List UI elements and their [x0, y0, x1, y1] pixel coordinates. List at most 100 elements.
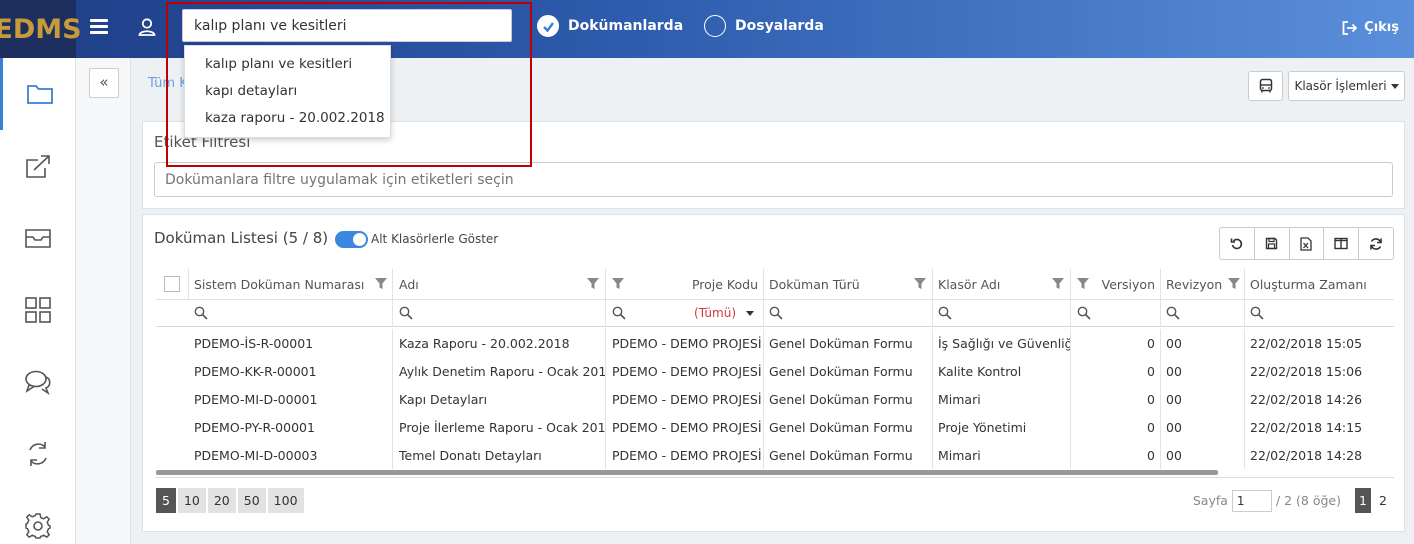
- table-row[interactable]: PDEMO-KK-R-00001 Aylık Denetim Raporu - …: [156, 357, 1394, 385]
- filter-cell[interactable]: [189, 300, 393, 326]
- check-icon: [537, 15, 559, 37]
- caret-down-icon[interactable]: [746, 310, 754, 316]
- col-header-project-code[interactable]: Proje Kodu: [606, 269, 764, 299]
- filter-icon[interactable]: [1052, 278, 1064, 290]
- col-header-revision[interactable]: Revizyon: [1161, 269, 1245, 299]
- grid-icon[interactable]: [0, 274, 76, 346]
- page-size-option[interactable]: 100: [267, 488, 304, 513]
- menu-icon[interactable]: [90, 19, 108, 37]
- cell-name: Kapı Detayları: [393, 385, 606, 413]
- filter-icon[interactable]: [612, 278, 624, 290]
- cell-project: PDEMO - DEMO PROJESİ: [606, 357, 764, 385]
- filter-cell[interactable]: [933, 300, 1071, 326]
- col-header-name[interactable]: Adı: [393, 269, 606, 299]
- logout-icon: [1342, 20, 1358, 35]
- folder-icon[interactable]: [0, 58, 76, 130]
- table-row[interactable]: PDEMO-MI-D-00001 Kapı Detayları PDEMO - …: [156, 385, 1394, 413]
- page-size-option[interactable]: 10: [177, 488, 206, 513]
- filter-cell[interactable]: [1161, 300, 1245, 326]
- filter-cell[interactable]: [1245, 300, 1394, 326]
- autocomplete-list: kalıp planı ve kesitleri kapı detayları …: [184, 45, 391, 138]
- col-header-folder[interactable]: Klasör Adı: [933, 269, 1071, 299]
- col-label: Adı: [399, 276, 419, 292]
- settings-icon[interactable]: [0, 490, 76, 544]
- cell-doc-type: Genel Doküman Formu: [764, 441, 933, 469]
- document-list-title: Doküman Listesi (5 / 8): [154, 229, 329, 247]
- save-icon: [1265, 237, 1278, 250]
- col-label: Proje Kodu: [691, 276, 758, 292]
- page-number-input[interactable]: [1231, 489, 1272, 512]
- filter-cell[interactable]: [1071, 300, 1161, 326]
- grid-header: Sistem Doküman Numarası Adı Proje Kodu D…: [156, 269, 1394, 299]
- filter-cell[interactable]: [764, 300, 933, 326]
- refresh-button[interactable]: [1359, 228, 1393, 259]
- select-all-checkbox[interactable]: [156, 269, 189, 299]
- filter-cell-project[interactable]: (Tümü): [606, 300, 764, 326]
- undo-icon: [1231, 238, 1243, 250]
- page-button[interactable]: 2: [1375, 488, 1391, 513]
- cell-revision: 00: [1161, 385, 1245, 413]
- col-header-doc-type[interactable]: Doküman Türü: [764, 269, 933, 299]
- inbox-icon[interactable]: [0, 202, 76, 274]
- table-row[interactable]: PDEMO-İS-R-00001 Kaza Raporu - 20.002.20…: [156, 329, 1394, 357]
- radio-folders[interactable]: Dosyalarda: [704, 15, 824, 37]
- cell-created: 22/02/2018 15:06: [1250, 363, 1363, 379]
- horizontal-scrollbar[interactable]: [156, 470, 1218, 475]
- caret-down-icon: [1390, 83, 1399, 89]
- cell-doc-type: Genel Doküman Formu: [764, 413, 933, 441]
- col-header-created[interactable]: Oluşturma Zamanı: [1245, 269, 1394, 299]
- autocomplete-item[interactable]: kaza raporu - 20.002.2018: [185, 105, 390, 132]
- save-button[interactable]: [1255, 228, 1290, 259]
- filter-icon[interactable]: [375, 278, 387, 290]
- cell-revision: 00: [1161, 357, 1245, 385]
- tag-filter-input[interactable]: [154, 162, 1393, 197]
- undo-button[interactable]: [1220, 228, 1255, 259]
- columns-button[interactable]: [1324, 228, 1360, 259]
- folder-actions-dropdown[interactable]: Klasör İşlemleri: [1288, 71, 1405, 101]
- page-size-option[interactable]: 50: [237, 488, 266, 513]
- sidebar: [0, 58, 76, 544]
- cell-version: 0: [1071, 329, 1161, 357]
- autocomplete-item[interactable]: kalıp planı ve kesitleri: [185, 51, 390, 78]
- table-row[interactable]: PDEMO-MI-D-00003 Temel Donatı Detayları …: [156, 441, 1394, 469]
- search-input[interactable]: [182, 9, 512, 42]
- search-icon: [1077, 306, 1091, 320]
- row-spacer: [156, 413, 189, 441]
- user-icon[interactable]: [137, 17, 157, 37]
- radio-documents[interactable]: Dokümanlarda: [537, 15, 683, 37]
- filter-icon[interactable]: [1228, 278, 1240, 290]
- bus-button[interactable]: [1248, 71, 1283, 101]
- share-icon[interactable]: [0, 130, 76, 202]
- filter-icon[interactable]: [914, 278, 926, 290]
- logout-button[interactable]: Çıkış: [1342, 20, 1399, 35]
- page-button[interactable]: 1: [1355, 488, 1371, 513]
- filter-icon[interactable]: [587, 278, 599, 290]
- page-size-option[interactable]: 5: [156, 488, 176, 513]
- cell-project: PDEMO - DEMO PROJESİ: [606, 385, 764, 413]
- cell-version: 0: [1071, 357, 1161, 385]
- row-spacer: [156, 385, 189, 413]
- table-row[interactable]: PDEMO-PY-R-00001 Proje İlerleme Raporu -…: [156, 413, 1394, 441]
- filter-icon[interactable]: [1077, 278, 1089, 290]
- cell-project: PDEMO - DEMO PROJESİ: [606, 329, 764, 357]
- excel-export-button[interactable]: [1290, 228, 1325, 259]
- col-header-system-no[interactable]: Sistem Doküman Numarası: [189, 269, 393, 299]
- cell-folder: Mimari: [933, 385, 1071, 413]
- cell-system-no: PDEMO-KK-R-00001: [189, 357, 393, 385]
- chat-icon[interactable]: [0, 346, 76, 418]
- cell-created: 22/02/2018 14:15: [1250, 419, 1363, 435]
- col-label: Doküman Türü: [769, 276, 860, 292]
- subfolders-toggle[interactable]: [335, 231, 368, 248]
- sync-icon[interactable]: [0, 418, 76, 490]
- collapse-button[interactable]: «: [89, 68, 119, 98]
- page-size-option[interactable]: 20: [207, 488, 236, 513]
- cell-name: Proje İlerleme Raporu - Ocak 2018: [393, 413, 606, 441]
- col-header-version[interactable]: Versiyon: [1071, 269, 1161, 299]
- cell-revision: 00: [1161, 441, 1245, 469]
- logo[interactable]: EDMS: [0, 0, 82, 58]
- filter-cell[interactable]: [393, 300, 606, 326]
- breadcrumb[interactable]: Tüm K: [148, 76, 188, 91]
- scrollbar-track: [156, 477, 1394, 478]
- cell-folder: İş Sağlığı ve Güvenliği: [933, 329, 1071, 357]
- autocomplete-item[interactable]: kapı detayları: [185, 78, 390, 105]
